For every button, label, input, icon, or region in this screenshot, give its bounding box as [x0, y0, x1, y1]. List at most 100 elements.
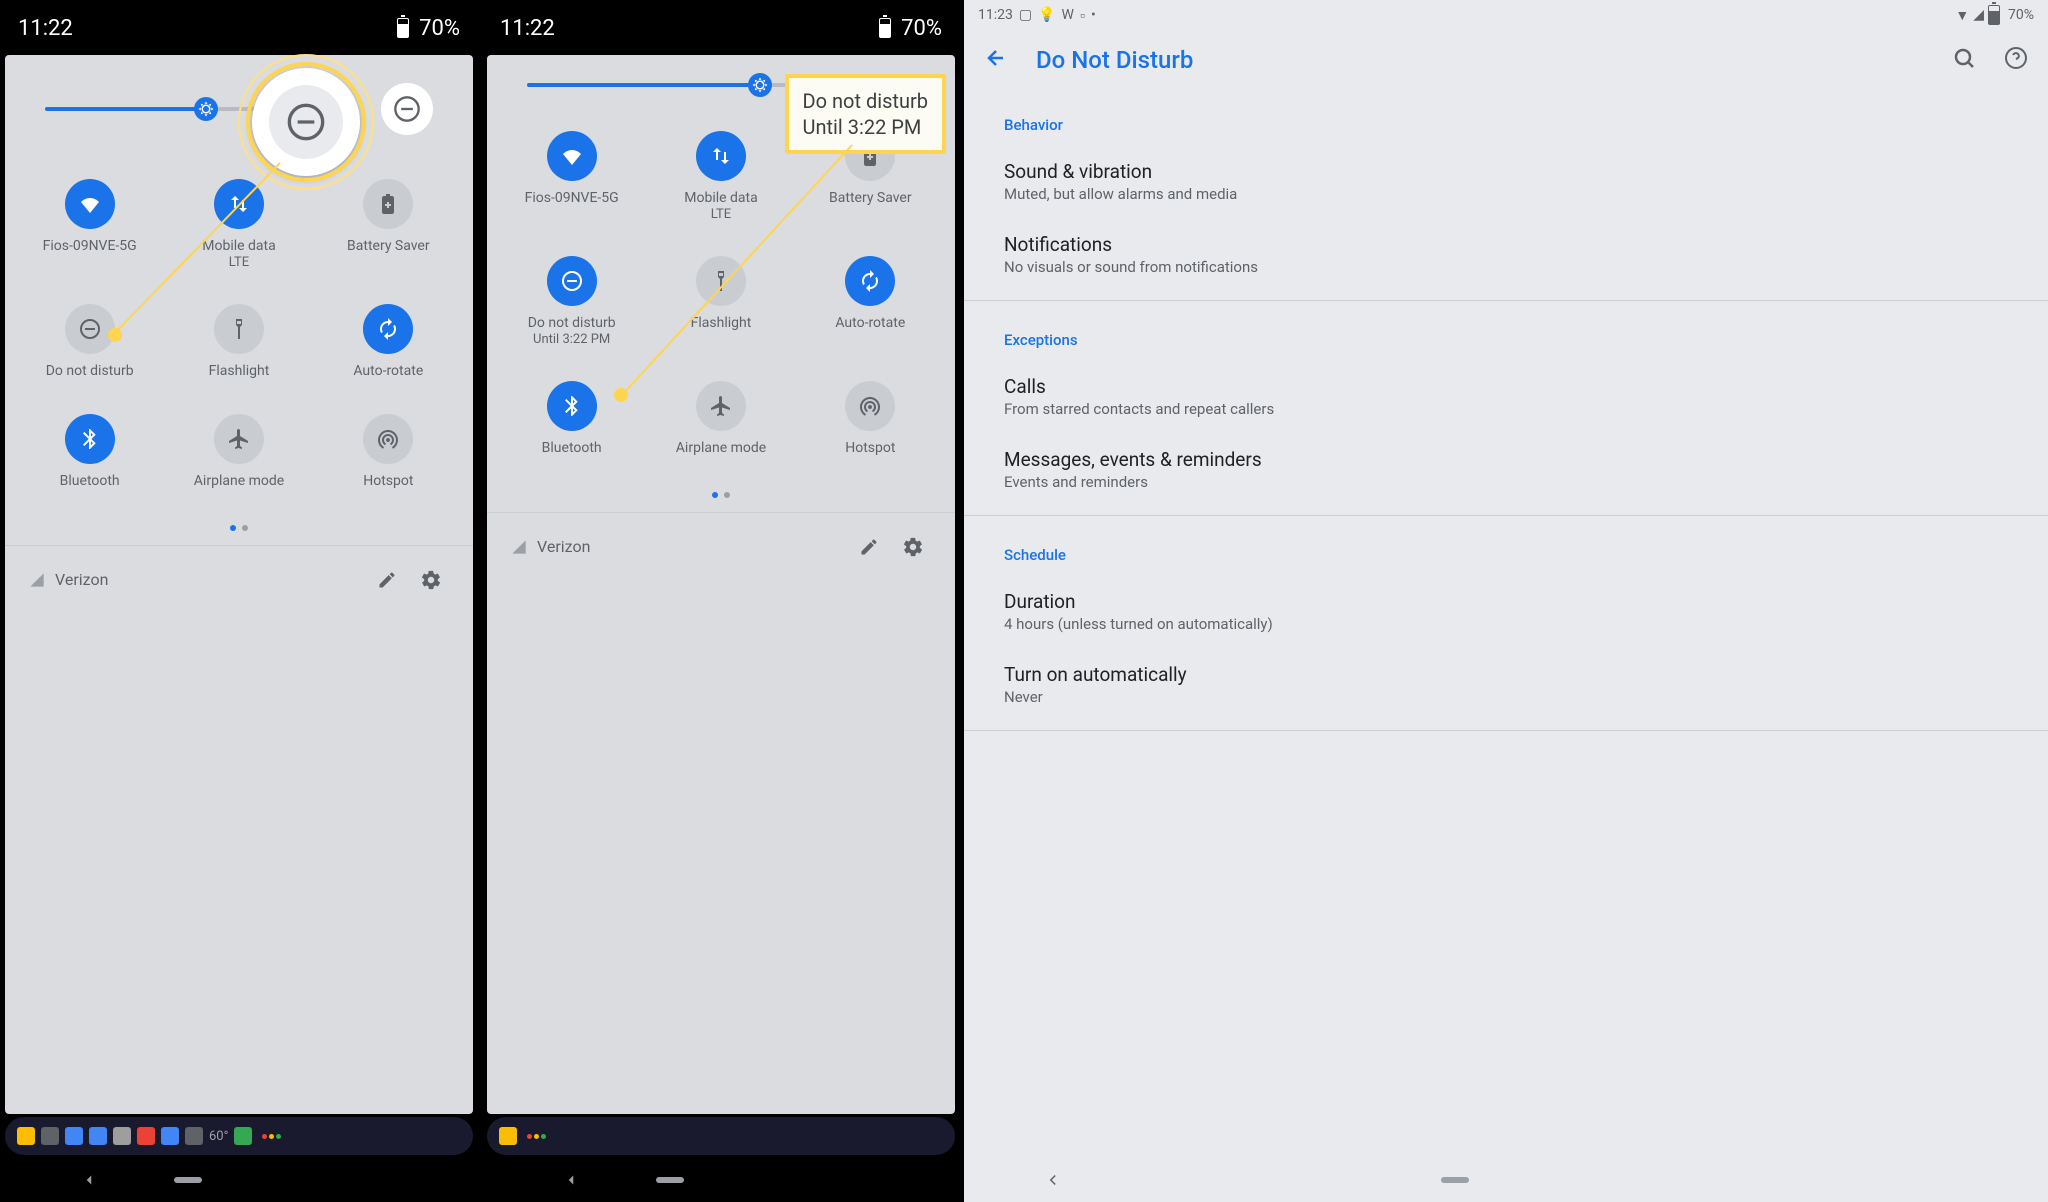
app-icon-7 [161, 1127, 179, 1145]
setting-duration[interactable]: Duration 4 hours (unless turned on autom… [964, 576, 2048, 649]
settings-list[interactable]: Behavior Sound & vibration Muted, but al… [964, 94, 2048, 1158]
section-header-exceptions: Exceptions [964, 309, 2048, 361]
settings-button[interactable] [895, 529, 931, 565]
flashlight-icon [696, 256, 746, 306]
dnd-shortcut-button[interactable] [381, 83, 433, 135]
quick-settings-panel: Fios-09NVE-5G Mobile data LTE Battery Sa… [5, 55, 473, 1114]
app-icon-4 [89, 1127, 107, 1145]
tile-dnd[interactable]: Do not disturb Until 3:22 PM [497, 242, 646, 367]
status-bar: 11:23 ▢ 💡 W ▫ • ▼ ◢ 70% [964, 0, 2048, 28]
page-title: Do Not Disturb [1036, 46, 1924, 74]
nav-bar [964, 1158, 2048, 1202]
screen-3-dnd-settings: 11:23 ▢ 💡 W ▫ • ▼ ◢ 70% Do Not Disturb B… [964, 0, 2048, 1202]
notification-icons-row[interactable] [487, 1117, 955, 1155]
back-nav-icon[interactable] [562, 1171, 580, 1189]
status-right: 70% [879, 16, 942, 41]
keep-icon: 💡 [1038, 7, 1055, 23]
app-icon-3 [65, 1127, 83, 1145]
tile-airplane[interactable]: Airplane mode [646, 367, 795, 477]
brightness-row [487, 55, 955, 107]
back-nav-icon[interactable] [1044, 1171, 1062, 1189]
tile-bluetooth[interactable]: Bluetooth [15, 400, 164, 510]
brightness-thumb-icon[interactable] [194, 97, 218, 121]
tile-airplane[interactable]: Airplane mode [164, 400, 313, 510]
app-icon-1 [499, 1127, 517, 1145]
tile-flashlight[interactable]: Flashlight [646, 242, 795, 367]
tile-hotspot[interactable]: Hotspot [314, 400, 463, 510]
setting-sound-vibration[interactable]: Sound & vibration Muted, but allow alarm… [964, 146, 2048, 219]
nav-bar [482, 1158, 960, 1202]
tile-autorotate[interactable]: Auto-rotate [314, 290, 463, 400]
brightness-thumb-icon[interactable] [748, 73, 772, 97]
page-indicator [487, 478, 955, 512]
section-header-behavior: Behavior [964, 94, 2048, 146]
home-pill[interactable] [174, 1177, 202, 1183]
mobile-data-icon [696, 131, 746, 181]
battery-saver-icon [363, 179, 413, 229]
tile-bluetooth[interactable]: Bluetooth [497, 367, 646, 477]
zoom-callout [252, 68, 360, 176]
section-header-schedule: Schedule [964, 524, 2048, 576]
tile-autorotate[interactable]: Auto-rotate [796, 242, 945, 367]
brightness-slider[interactable] [527, 83, 915, 87]
more-dots-icon [262, 1134, 281, 1139]
settings-button[interactable] [413, 562, 449, 598]
battery-icon [879, 18, 891, 38]
edit-button[interactable] [369, 562, 405, 598]
bluetooth-icon [65, 414, 115, 464]
flashlight-icon [214, 304, 264, 354]
status-right: 70% [397, 16, 460, 41]
edit-button[interactable] [851, 529, 887, 565]
battery-percent: 70% [901, 16, 942, 41]
app-icon: W [1062, 7, 1074, 23]
tile-battery-saver[interactable]: Battery Saver [796, 117, 945, 242]
weather-temp: 60° [209, 1129, 228, 1144]
hotspot-icon [363, 414, 413, 464]
back-button[interactable] [984, 46, 1008, 74]
help-icon[interactable] [2004, 46, 2028, 74]
app-bar: Do Not Disturb [964, 28, 2048, 94]
battery-icon [397, 18, 409, 38]
search-icon[interactable] [1952, 46, 1976, 74]
tile-battery-saver[interactable]: Battery Saver [314, 165, 463, 290]
notification-icons-row[interactable]: 60° [5, 1117, 473, 1155]
setting-turn-on-automatically[interactable]: Turn on automatically Never [964, 649, 2048, 722]
carrier-label: Verizon [511, 537, 843, 556]
airplane-icon [696, 381, 746, 431]
autorotate-icon [363, 304, 413, 354]
tile-wifi[interactable]: Fios-09NVE-5G [15, 165, 164, 290]
tile-dnd[interactable]: Do not disturb [15, 290, 164, 400]
status-bar: 11:22 70% [482, 0, 960, 52]
setting-notifications[interactable]: Notifications No visuals or sound from n… [964, 219, 2048, 292]
autorotate-icon [845, 256, 895, 306]
screen-2-quicksettings-dnd-on: 11:22 70% Fios-09NVE-5G Mobile data LTE [482, 0, 960, 1202]
app-icon-1 [17, 1127, 35, 1145]
app-icon-2 [41, 1127, 59, 1145]
app-icon: ▫ [1080, 7, 1085, 24]
more-dots-icon [527, 1134, 546, 1139]
signal-icon: ◢ [1973, 7, 1984, 23]
tile-mobile-data[interactable]: Mobile data LTE [646, 117, 795, 242]
tile-wifi[interactable]: Fios-09NVE-5G [497, 117, 646, 242]
app-icon-9 [234, 1127, 252, 1145]
dnd-icon [547, 256, 597, 306]
dnd-icon [65, 304, 115, 354]
wifi-icon: ▼ [1955, 7, 1969, 24]
tiles-grid: Fios-09NVE-5G Mobile data LTE Battery Sa… [5, 155, 473, 511]
signal-icon [511, 539, 527, 555]
home-pill[interactable] [1441, 1177, 1469, 1183]
signal-icon [29, 572, 45, 588]
bluetooth-icon [547, 381, 597, 431]
more-icon: • [1091, 7, 1096, 23]
tile-hotspot[interactable]: Hotspot [796, 367, 945, 477]
tile-flashlight[interactable]: Flashlight [164, 290, 313, 400]
setting-messages-events[interactable]: Messages, events & reminders Events and … [964, 434, 2048, 507]
home-pill[interactable] [656, 1177, 684, 1183]
screen-1-quicksettings: 11:22 70% Fios-09NVE-5G [0, 0, 478, 1202]
qs-footer: Verizon [5, 545, 473, 614]
nav-bar [0, 1158, 478, 1202]
qs-footer: Verizon [487, 512, 955, 581]
back-nav-icon[interactable] [80, 1171, 98, 1189]
tiles-grid: Fios-09NVE-5G Mobile data LTE Battery Sa… [487, 107, 955, 478]
setting-calls[interactable]: Calls From starred contacts and repeat c… [964, 361, 2048, 434]
